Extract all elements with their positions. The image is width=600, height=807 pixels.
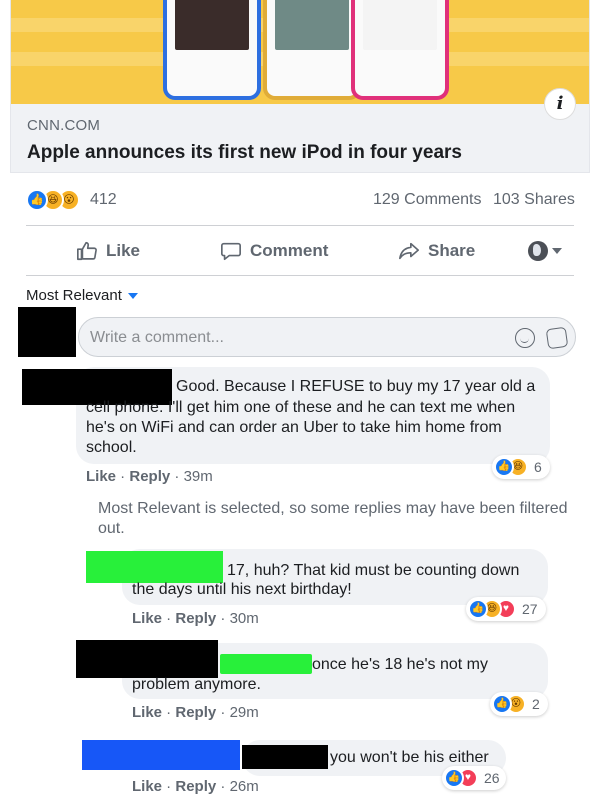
chevron-down-icon [127,292,138,299]
reply-meta: Like · Reply · 30m [132,610,259,627]
link-title[interactable]: Apple announces its first new iPod in fo… [27,142,462,164]
redacted-avatar [18,307,76,357]
reply-text-line: you won't be his either [330,749,489,766]
comment-text-line: Good. Because I REFUSE to buy my 17 year… [176,378,536,395]
divider [26,225,574,226]
reply-reply-link[interactable]: Reply [175,778,216,795]
link-caption[interactable]: CNN.COM Apple announces its first new iP… [10,104,590,173]
sort-label: Most Relevant [26,287,122,304]
like-reaction-icon: 👍 [468,599,488,619]
comment-text-line: cell phone. I'll get him one of these an… [86,399,516,416]
reply-like-link[interactable]: Like [132,778,162,795]
audience-selector[interactable] [528,238,568,264]
reply-time[interactable]: 29m [230,704,259,721]
comment-button[interactable]: Comment [220,236,328,266]
reaction-count: 2 [532,696,540,712]
info-icon[interactable]: i [544,88,576,120]
reaction-count: 6 [534,459,542,475]
redacted-name [86,551,223,583]
divider [26,275,574,276]
reply-like-link[interactable]: Like [132,704,162,721]
reply-text-line: the days until his next birthday! [132,581,352,598]
ipod-gold-image [263,0,361,100]
reply-reactions[interactable]: 👍 😆 ♥ 27 [466,597,546,621]
thumbs-up-icon [77,241,97,261]
comment-meta: Like · Reply · 39m [86,468,213,485]
redacted-name [242,745,328,769]
comment-label: Comment [250,241,329,260]
redacted-avatar [76,640,218,678]
reply-reply-link[interactable]: Reply [175,704,216,721]
reaction-count: 26 [484,770,500,786]
reply-meta: Like · Reply · 26m [132,778,259,795]
reply-meta: Like · Reply · 29m [132,704,259,721]
reply-text-line: 17, huh? That kid must be counting down [227,562,520,579]
facebook-post: i CNN.COM Apple announces its first new … [10,0,590,807]
sort-dropdown[interactable]: Most Relevant [26,287,138,304]
redacted-name [220,654,312,674]
shares-count[interactable]: 103 Shares [493,191,575,209]
chevron-down-icon [552,248,562,254]
redacted-name [82,740,240,770]
comment-input[interactable]: Write a comment... [78,317,576,357]
comment-placeholder: Write a comment... [90,329,224,346]
sticker-icon[interactable] [545,326,569,350]
link-preview-image[interactable] [10,0,590,104]
reply-reactions[interactable]: 👍 😮 2 [490,692,548,716]
comment-reactions[interactable]: 👍 😆 6 [492,455,550,479]
comment-like-link[interactable]: Like [86,468,116,485]
reaction-count[interactable]: 412 [90,191,117,209]
comment-text-line: school. [86,439,137,456]
reply-text-line: once he's 18 he's not my [312,656,488,673]
reaction-count: 27 [522,601,538,617]
reply-like-link[interactable]: Like [132,610,162,627]
comment-reply-link[interactable]: Reply [129,468,170,485]
like-reaction-icon: 👍 [26,189,48,211]
share-label: Share [428,241,476,260]
ipod-pink-image [351,0,449,100]
like-label: Like [106,241,141,260]
like-reaction-icon: 👍 [444,768,464,788]
reply-text-line: problem anymore. [132,676,261,693]
comment-bubble-icon [221,242,241,261]
reply-time[interactable]: 26m [230,778,259,795]
link-domain: CNN.COM [27,117,101,134]
share-arrow-icon [399,242,419,260]
reply-time[interactable]: 30m [230,610,259,627]
reactions-summary: 👍 😆 😮 412 129 Comments 103 Shares [10,185,590,215]
like-reaction-icon: 👍 [492,694,512,714]
comment-time[interactable]: 39m [184,468,213,485]
share-button[interactable]: Share [398,236,475,266]
comments-count[interactable]: 129 Comments [373,191,482,209]
reply-reply-link[interactable]: Reply [175,610,216,627]
filtered-notice: Most Relevant is selected, so some repli… [98,500,568,537]
globe-icon [528,241,548,261]
like-reaction-icon: 👍 [494,457,514,477]
comment-text-line: he's on WiFi and can order an Uber to ta… [86,419,502,436]
like-button[interactable]: Like [76,236,140,266]
emoji-icon[interactable] [515,328,535,348]
ipod-blue-image [163,0,261,100]
reply-reactions[interactable]: 👍 ♥ 26 [442,766,506,790]
